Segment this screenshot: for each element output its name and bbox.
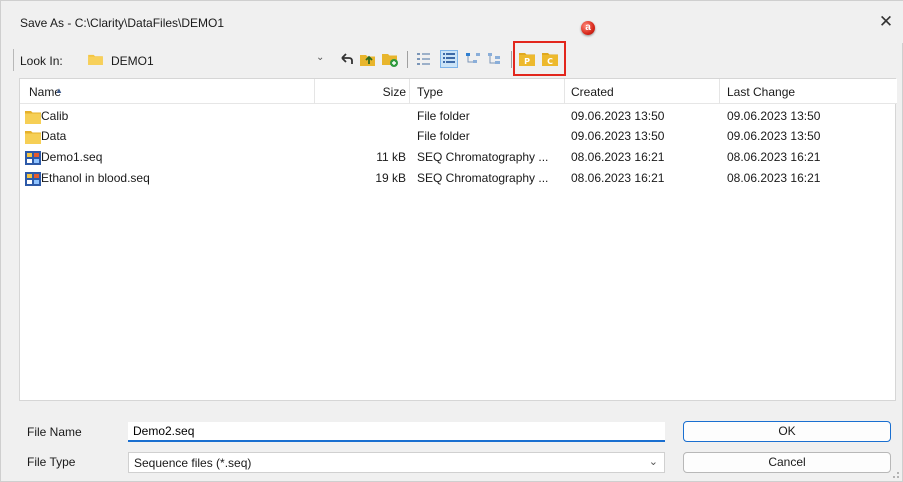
file-created: 09.06.2023 13:50 <box>571 109 665 123</box>
file-last-change: 09.06.2023 13:50 <box>727 129 821 143</box>
details-view-icon <box>443 53 455 63</box>
tree-view-icon <box>466 53 480 63</box>
back-icon <box>341 53 353 64</box>
sequence-file-icon <box>25 172 41 186</box>
file-type: SEQ Chromatography ... <box>417 150 549 164</box>
cancel-button[interactable]: Cancel <box>683 452 891 473</box>
list-item[interactable]: Demo1.seq 11 kB SEQ Chromatography ... 0… <box>20 147 897 169</box>
file-last-change: 08.06.2023 16:21 <box>727 171 821 185</box>
back-button[interactable] <box>338 50 356 68</box>
file-name-input[interactable] <box>128 422 665 442</box>
close-button[interactable]: ✕ <box>875 11 897 33</box>
list-item[interactable]: Ethanol in blood.seq 19 kB SEQ Chromatog… <box>20 168 897 190</box>
file-created: 08.06.2023 16:21 <box>571 150 665 164</box>
tree-view-alt-icon <box>488 53 500 64</box>
new-folder-button[interactable] <box>381 50 399 68</box>
file-type-label: File Type <box>27 455 76 469</box>
file-type-select[interactable]: Sequence files (*.seq) ⌄ <box>128 452 665 473</box>
column-separator[interactable] <box>719 79 720 104</box>
save-as-dialog: Save As - C:\Clarity\DataFiles\DEMO1 ✕ a… <box>0 0 903 482</box>
file-list[interactable]: Name ▲ Size Type Created Last Change Cal… <box>19 78 897 401</box>
file-type: File folder <box>417 129 470 143</box>
look-in-combobox[interactable]: DEMO1 ⌄ <box>83 50 331 70</box>
file-last-change: 08.06.2023 16:21 <box>727 150 821 164</box>
ok-button[interactable]: OK <box>683 421 891 442</box>
list-item[interactable]: Data File folder 09.06.2023 13:50 09.06.… <box>20 126 897 148</box>
column-header-last-change[interactable]: Last Change <box>727 85 795 99</box>
column-separator[interactable] <box>314 79 315 104</box>
file-name: Ethanol in blood.seq <box>41 171 150 185</box>
up-folder-icon <box>360 55 375 66</box>
column-header-type[interactable]: Type <box>417 85 443 99</box>
toolbar-separator <box>511 51 512 68</box>
file-name: Calib <box>41 109 69 123</box>
chevron-down-icon[interactable]: ⌄ <box>649 455 658 468</box>
file-type: File folder <box>417 109 470 123</box>
window-title: Save As - C:\Clarity\DataFiles\DEMO1 <box>20 16 225 30</box>
file-size: 11 kB <box>376 150 406 164</box>
list-view-icon <box>417 53 430 65</box>
title-bar: Save As - C:\Clarity\DataFiles\DEMO1 ✕ <box>1 1 903 43</box>
list-item[interactable]: Calib File folder 09.06.2023 13:50 09.06… <box>20 106 897 128</box>
look-in-label: Look In: <box>20 54 63 68</box>
sequence-file-icon <box>25 151 41 165</box>
tree-view-button[interactable] <box>464 50 482 68</box>
highlight-frame <box>513 41 566 76</box>
resize-grip-icon[interactable] <box>890 469 900 479</box>
current-folder-text: DEMO1 <box>111 54 154 68</box>
file-name-label: File Name <box>27 425 82 439</box>
column-separator[interactable] <box>409 79 410 104</box>
toolbar-separator <box>407 51 408 68</box>
file-size: 19 kB <box>375 171 406 185</box>
file-name: Demo1.seq <box>41 150 103 164</box>
details-view-button[interactable] <box>440 50 458 68</box>
file-type: SEQ Chromatography ... <box>417 171 549 185</box>
column-separator[interactable] <box>564 79 565 104</box>
file-type-value: Sequence files (*.seq) <box>134 456 252 470</box>
sort-ascending-icon: ▲ <box>55 86 63 95</box>
column-header-size[interactable]: Size <box>380 85 406 99</box>
file-created: 09.06.2023 13:50 <box>571 129 665 143</box>
folder-icon <box>88 54 103 65</box>
chevron-down-icon[interactable]: ⌄ <box>316 52 324 63</box>
file-name: Data <box>41 129 67 143</box>
list-header: Name ▲ Size Type Created Last Change <box>20 79 897 104</box>
column-header-created[interactable]: Created <box>571 85 614 99</box>
tree-view-alt-button[interactable] <box>486 50 504 68</box>
up-folder-button[interactable] <box>359 50 377 68</box>
folder-icon <box>25 111 41 124</box>
file-created: 08.06.2023 16:21 <box>571 171 665 185</box>
list-view-button[interactable] <box>415 50 433 68</box>
new-folder-icon <box>382 54 398 67</box>
annotation-badge: a <box>581 21 595 35</box>
toolbar-divider <box>13 49 14 71</box>
file-last-change: 09.06.2023 13:50 <box>727 109 821 123</box>
folder-icon <box>25 131 41 144</box>
